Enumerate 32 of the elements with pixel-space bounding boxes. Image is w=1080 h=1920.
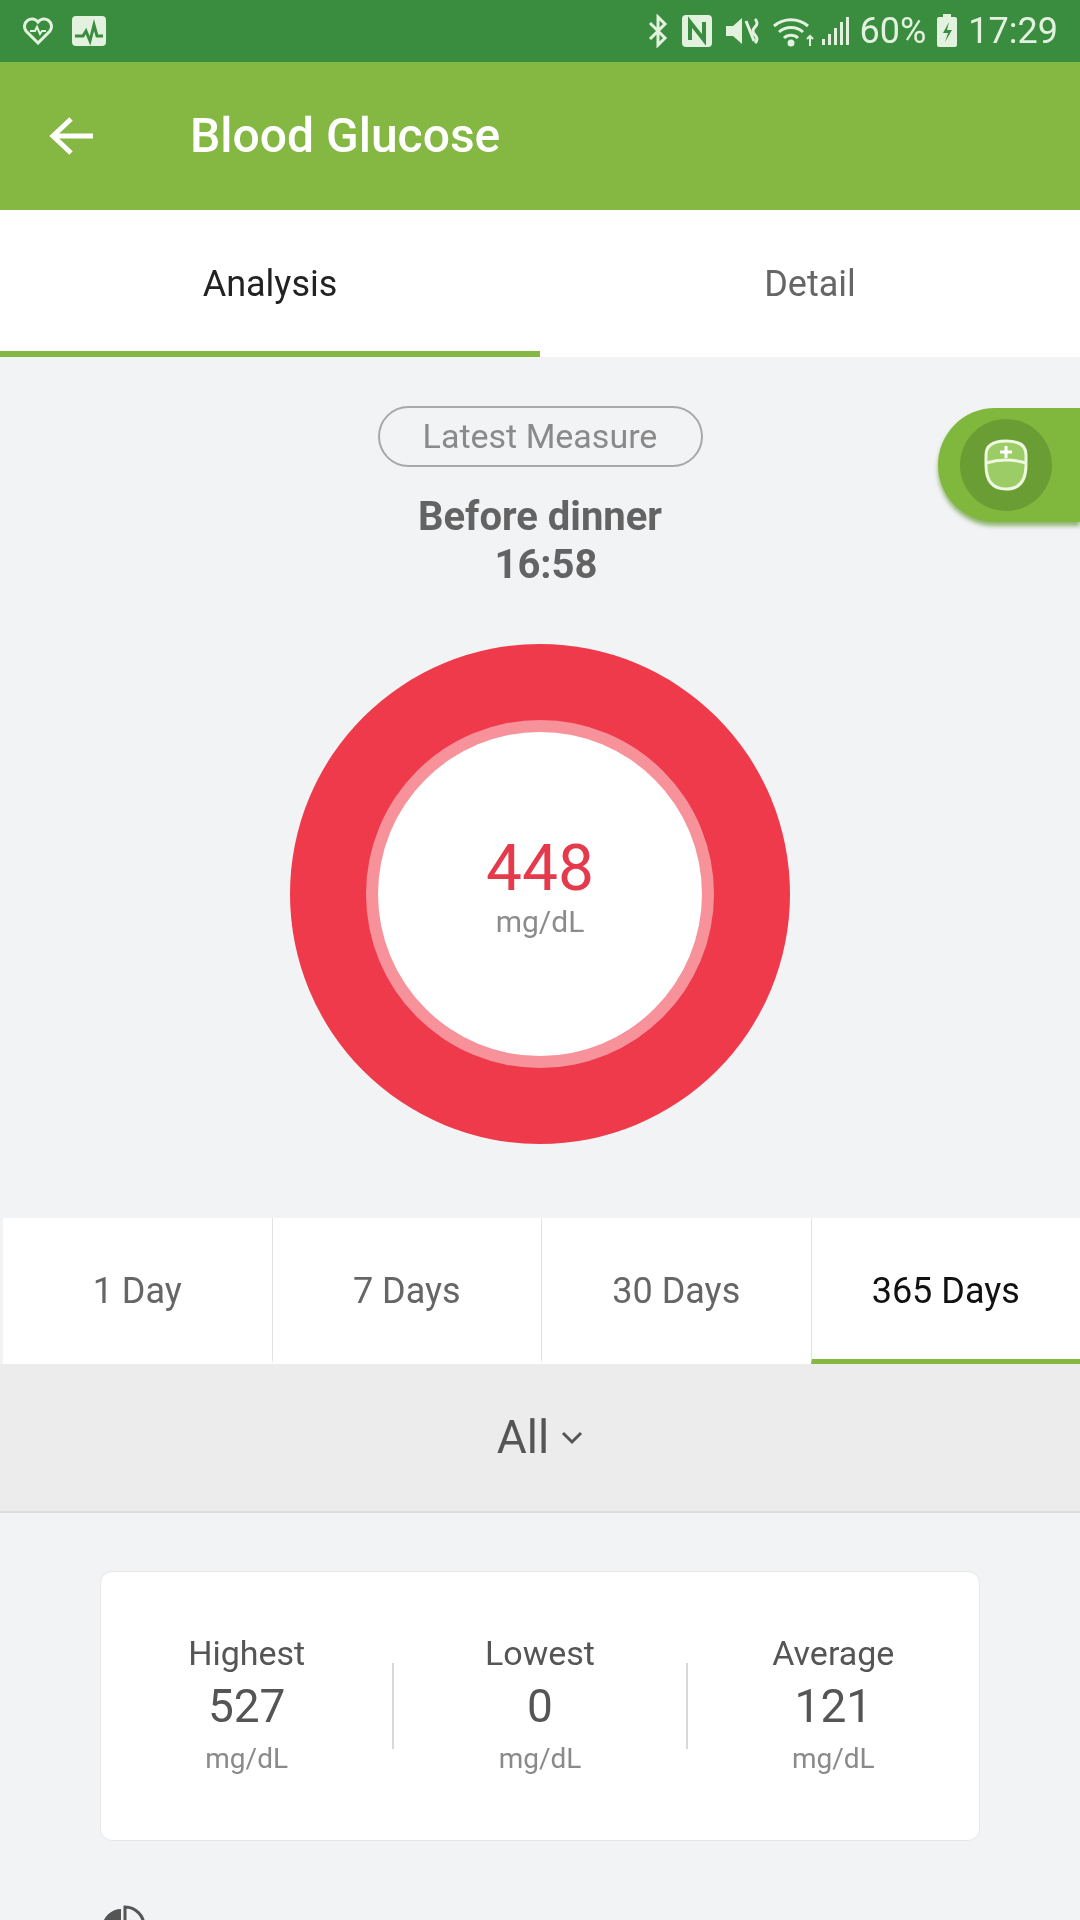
glucose-value: 448 <box>486 834 594 904</box>
measure-period: Before dinner <box>417 493 662 541</box>
screen-title: Blood Glucose <box>190 106 501 166</box>
stat-unit: mg/dL <box>791 1741 875 1777</box>
assistant-button[interactable] <box>938 408 1080 522</box>
tab[interactable]: Analysis <box>0 210 540 357</box>
range-tab[interactable]: 1 Day <box>3 1218 272 1364</box>
stat-value: 527 <box>207 1678 286 1735</box>
glucose-unit: mg/dL <box>495 904 585 940</box>
stat-unit: mg/dL <box>498 1741 582 1777</box>
battery-percentage: 60% <box>859 13 927 49</box>
activity-icon <box>72 16 106 46</box>
stat-label: Highest <box>188 1632 306 1675</box>
tab[interactable]: Detail <box>540 210 1080 357</box>
battery-icon <box>936 14 959 48</box>
status-time: 17:29 <box>968 13 1058 49</box>
bluetooth-icon <box>647 14 668 48</box>
latest-measure-badge: Latest Measure <box>377 406 703 467</box>
signal-icon <box>819 15 852 47</box>
heart-pulse-icon <box>22 17 54 45</box>
nfc-icon <box>681 15 712 47</box>
back-arrow-icon <box>49 116 95 156</box>
stat-value: 121 <box>794 1678 873 1735</box>
stat-value: 0 <box>527 1678 553 1735</box>
stat-label: Lowest <box>485 1632 595 1675</box>
mute-icon <box>723 15 760 47</box>
chevron-down-icon <box>561 1430 584 1445</box>
medical-cap-icon <box>960 419 1052 511</box>
measure-time: 16:58 <box>494 541 598 589</box>
stat-label: Average <box>772 1632 895 1675</box>
filter-dropdown[interactable]: All <box>0 1364 1080 1513</box>
stat-unit: mg/dL <box>205 1741 288 1777</box>
